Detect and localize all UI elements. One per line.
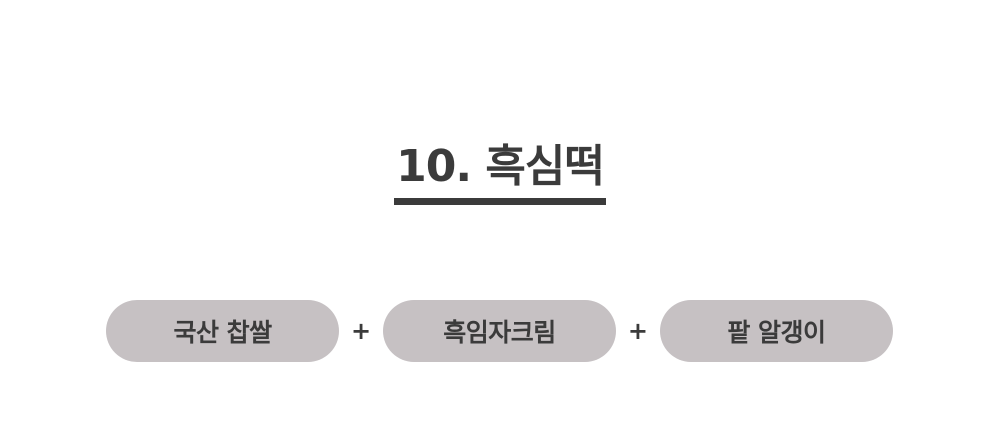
ingredient-pill-2: 흑임자크림	[382, 300, 617, 362]
ingredient-pill-1: 국산 찹쌀	[106, 300, 340, 362]
title-container: 10. 흑심떡	[0, 140, 1000, 205]
ingredient-pill-3: 팥 알갱이	[659, 300, 893, 362]
ingredient-row: 국산 찹쌀 + 흑임자크림 + 팥 알갱이	[106, 300, 893, 362]
page-title: 10. 흑심떡	[394, 140, 606, 205]
plus-separator-2: +	[627, 317, 649, 345]
plus-separator-1: +	[350, 317, 372, 345]
